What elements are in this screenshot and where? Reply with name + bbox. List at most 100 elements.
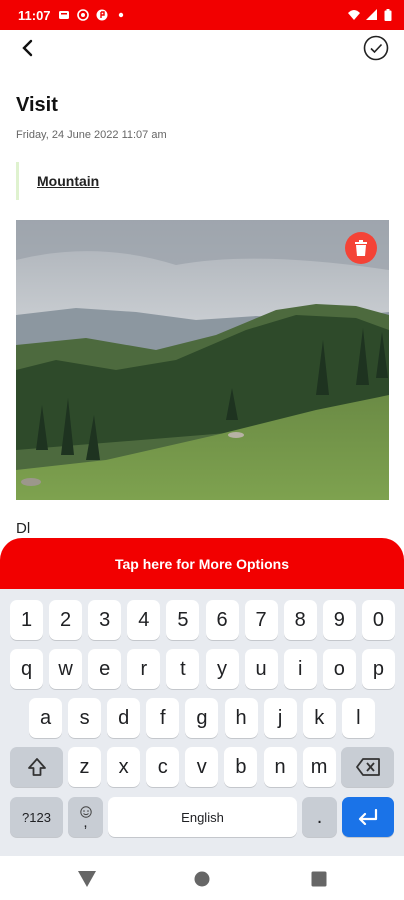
key-7-label: 7 (255, 608, 267, 631)
key-s[interactable]: s (68, 698, 102, 738)
key-g-label: g (196, 706, 208, 729)
key-3[interactable]: 3 (88, 600, 122, 640)
key-7[interactable]: 7 (244, 600, 278, 640)
tag-row[interactable]: Mountain (16, 162, 388, 200)
app-toolbar (0, 30, 404, 66)
key-z[interactable]: z (68, 747, 101, 787)
space-key[interactable]: English (108, 797, 297, 837)
key-m[interactable]: m (302, 747, 336, 787)
key-b-label: b (235, 755, 247, 778)
key-o[interactable]: o (322, 649, 356, 689)
navigation-bar (0, 856, 404, 900)
key-b[interactable]: b (224, 747, 258, 787)
key-n-label: n (274, 755, 286, 778)
key-k-label: k (314, 706, 325, 729)
delete-photo-button[interactable] (345, 232, 377, 264)
comma-label: , (83, 814, 88, 831)
key-u[interactable]: u (244, 649, 278, 689)
key-9-label: 9 (333, 608, 345, 631)
key-y[interactable]: y (205, 649, 239, 689)
key-h[interactable]: h (224, 698, 258, 738)
key-3-label: 3 (99, 608, 111, 631)
backspace-icon (355, 758, 380, 776)
nav-recents-button[interactable] (308, 868, 330, 890)
key-c[interactable]: c (146, 747, 180, 787)
check-circle-icon (363, 35, 389, 61)
note-title[interactable]: Visit (16, 94, 58, 117)
emoji-comma-key[interactable]: , (68, 797, 103, 837)
key-6-label: 6 (216, 608, 228, 631)
key-a[interactable]: a (29, 698, 62, 738)
key-c-label: c (157, 755, 168, 778)
enter-icon (358, 809, 378, 825)
key-x-label: x (118, 755, 129, 778)
enter-key[interactable] (342, 797, 394, 837)
key-g[interactable]: g (185, 698, 219, 738)
key-h-label: h (235, 706, 247, 729)
nav-home-icon (194, 871, 210, 887)
key-p[interactable]: p (361, 649, 395, 689)
arrow-back-icon (22, 39, 33, 57)
key-u-label: u (255, 657, 267, 680)
back-button[interactable] (14, 34, 42, 62)
key-1[interactable]: 1 (10, 600, 43, 640)
key-t-label: t (180, 657, 186, 680)
key-t[interactable]: t (166, 649, 200, 689)
key-x[interactable]: x (107, 747, 141, 787)
whatsapp-icon (76, 9, 89, 21)
backspace-key[interactable] (341, 747, 394, 787)
nav-back-button[interactable] (76, 868, 98, 890)
key-p-label: p (372, 657, 384, 680)
key-m-label: m (310, 755, 328, 778)
key-1-label: 1 (20, 608, 33, 631)
key-5-label: 5 (177, 608, 189, 631)
key-q-label: q (20, 657, 33, 680)
key-v-label: v (196, 755, 207, 778)
mountain-photo (16, 220, 389, 500)
symbols-key-label: ?123 (22, 809, 51, 825)
nav-home-button[interactable] (191, 868, 213, 890)
key-w-label: w (58, 657, 73, 680)
note-date: Friday, 24 June 2022 11:07 am (16, 129, 167, 141)
soft-keyboard: 1 2 3 4 5 6 7 8 9 0 q w e r t y u i o p a s d f g h j k l z x c v b n m ?123… (0, 589, 404, 856)
period-key-label: . (316, 805, 323, 828)
key-4[interactable]: 4 (127, 600, 161, 640)
key-8-label: 8 (294, 608, 306, 631)
symbols-key[interactable]: ?123 (10, 797, 63, 837)
key-e[interactable]: e (88, 649, 122, 689)
save-button[interactable] (362, 34, 390, 62)
key-f-label: f (160, 706, 166, 729)
key-j[interactable]: j (263, 698, 297, 738)
note-photo[interactable] (16, 220, 389, 500)
key-k[interactable]: k (302, 698, 336, 738)
key-l[interactable]: l (341, 698, 375, 738)
key-f[interactable]: f (146, 698, 180, 738)
key-2[interactable]: 2 (49, 600, 83, 640)
key-2-label: 2 (60, 608, 72, 631)
key-e-label: e (99, 657, 111, 680)
more-options-bar[interactable]: Tap here for More Options (0, 538, 404, 589)
status-right (348, 9, 392, 21)
key-z-label: z (79, 755, 90, 778)
key-9[interactable]: 9 (322, 600, 356, 640)
key-n[interactable]: n (263, 747, 297, 787)
key-6[interactable]: 6 (205, 600, 239, 640)
key-q[interactable]: q (10, 649, 43, 689)
key-o-label: o (333, 657, 345, 680)
key-s-label: s (79, 706, 90, 729)
key-r[interactable]: r (127, 649, 161, 689)
key-w[interactable]: w (49, 649, 83, 689)
period-key[interactable]: . (302, 797, 337, 837)
note-body[interactable]: Dl (16, 520, 30, 537)
nav-back-icon (78, 871, 96, 887)
shift-key[interactable] (10, 747, 63, 787)
key-d[interactable]: d (107, 698, 141, 738)
wifi-icon (348, 10, 360, 20)
key-8[interactable]: 8 (283, 600, 317, 640)
notification-icon (58, 11, 69, 19)
key-0[interactable]: 0 (361, 600, 395, 640)
key-5[interactable]: 5 (166, 600, 200, 640)
key-v[interactable]: v (185, 747, 219, 787)
key-i[interactable]: i (283, 649, 317, 689)
tag-label[interactable]: Mountain (37, 173, 99, 189)
